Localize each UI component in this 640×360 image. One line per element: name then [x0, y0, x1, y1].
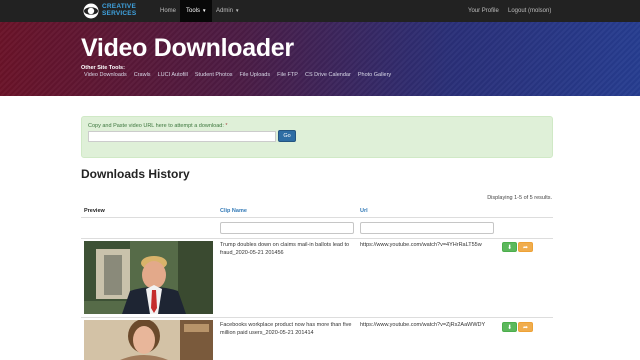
link-file-uploads[interactable]: File Uploads	[240, 72, 271, 78]
url-filter-input[interactable]	[360, 222, 494, 234]
link-photo-gallery[interactable]: Photo Gallery	[358, 72, 391, 78]
link-student-photos[interactable]: Student Photos	[195, 72, 233, 78]
other-tools-links: Video Downloads Crawls LUCI Autofill Stu…	[84, 72, 397, 78]
share-button[interactable]: ➦	[518, 242, 533, 252]
link-video-downloads[interactable]: Video Downloads	[84, 72, 127, 78]
caret-down-icon: ▼	[235, 8, 240, 13]
link-luci-autofill[interactable]: LUCI Autofill	[158, 72, 188, 78]
video-url-input[interactable]	[88, 131, 276, 142]
nav-tools-label: Tools	[186, 8, 201, 14]
nav-admin-dropdown[interactable]: Admin ▼	[216, 0, 239, 22]
caret-down-icon: ▼	[202, 8, 207, 13]
nav-tools-dropdown[interactable]: Tools ▼	[180, 0, 213, 22]
download-form-panel: Copy and Paste video URL here to attempt…	[81, 116, 553, 158]
download-icon: ⬇	[506, 325, 513, 331]
share-icon: ➦	[522, 245, 529, 251]
download-icon: ⬇	[506, 245, 513, 251]
go-button[interactable]: Go	[278, 130, 296, 142]
video-frame-image	[84, 241, 213, 314]
nav-home[interactable]: Home	[160, 0, 176, 22]
page-title: Video Downloader	[81, 34, 294, 62]
other-tools-heading: Other Site Tools:	[81, 65, 125, 71]
download-button[interactable]: ⬇	[502, 322, 517, 332]
table-row-divider	[81, 317, 553, 318]
top-navbar: CREATIVE SERVICES Home Tools ▼ Admin ▼ You…	[0, 0, 640, 22]
column-header-clip-name[interactable]: Clip Name	[220, 208, 247, 214]
link-file-ftp[interactable]: File FTP	[277, 72, 298, 78]
url-field-label: Copy and Paste video URL here to attempt…	[88, 123, 228, 129]
url-cell: https://www.youtube.com/watch?v=ZjRs2AaW…	[360, 322, 486, 328]
clip-name-cell: Facebooks workplace product now has more…	[220, 322, 352, 336]
required-marker: *	[225, 123, 228, 129]
clip-name-cell: Trump doubles down on claims mail-in bal…	[220, 242, 350, 256]
hero-banner: Video Downloader Other Site Tools: Video…	[0, 22, 640, 96]
video-frame-image	[84, 320, 213, 360]
link-crawls[interactable]: Crawls	[134, 72, 151, 78]
video-preview-thumbnail[interactable]	[84, 241, 213, 314]
clip-name-filter-input[interactable]	[220, 222, 354, 234]
nav-logout[interactable]: Logout (molson)	[508, 0, 551, 22]
video-preview-thumbnail[interactable]	[84, 320, 213, 360]
share-button[interactable]: ➦	[518, 322, 533, 332]
download-button[interactable]: ⬇	[502, 242, 517, 252]
share-icon: ➦	[522, 325, 529, 331]
nav-admin-label: Admin	[216, 8, 234, 14]
column-header-url[interactable]: Url	[360, 208, 368, 214]
column-header-preview: Preview	[84, 208, 105, 214]
cbs-eye-icon	[83, 3, 99, 19]
nav-your-profile[interactable]: Your Profile	[468, 0, 499, 22]
table-row-divider	[81, 238, 553, 239]
brand-name: CREATIVE SERVICES	[102, 3, 137, 17]
url-cell: https://www.youtube.com/watch?v=4YHrRaLT…	[360, 242, 482, 248]
downloads-history-heading: Downloads History	[81, 167, 190, 181]
table-header-divider	[81, 217, 553, 218]
link-cs-drive-calendar[interactable]: CS Drive Calendar	[305, 72, 351, 78]
results-summary: Displaying 1-5 of 5 results.	[487, 195, 552, 201]
